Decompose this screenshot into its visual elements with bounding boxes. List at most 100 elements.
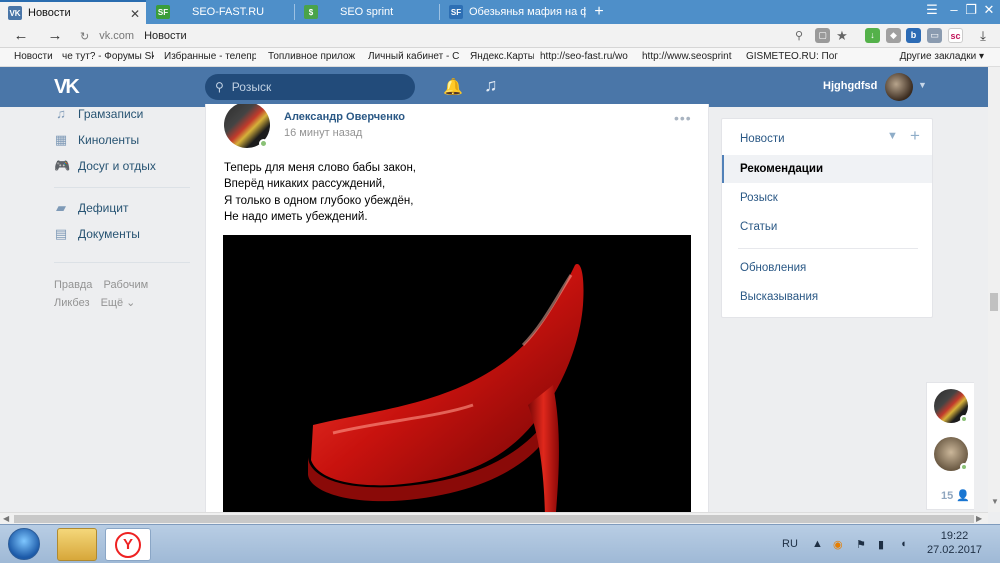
sidebar-item-video[interactable]: ▦ Киноленты [54,132,139,148]
filter-news[interactable]: Новости [722,125,932,153]
bookmark-item[interactable]: GISMETEO.RU: Погод [746,51,838,62]
add-icon[interactable]: + [910,126,920,146]
notifications-bell-icon[interactable]: 🔔 [443,77,463,97]
footer-link[interactable]: Ликбез [54,297,90,309]
person-icon: 👤 [956,490,971,502]
bookmark-item[interactable]: Яндекс.Карты [470,51,534,62]
tab-title: SEO sprint [340,6,394,18]
filter-updates[interactable]: Обновления [722,254,932,282]
other-bookmarks[interactable]: Другие закладки ▾ [900,51,984,62]
sidebar-item-music[interactable]: ♫ Грамзаписи [54,106,143,121]
network-signal-icon[interactable]: ▮ [878,538,884,551]
seo-ext-icon[interactable]: sc [948,28,963,43]
user-name[interactable]: Hjghgdfsd [823,80,877,92]
bookmark-item[interactable]: http://seo-fast.ru/wo [540,51,632,62]
url-page-title: Новости [144,30,187,42]
start-button[interactable] [8,528,40,560]
back-icon[interactable]: ← [12,27,30,45]
search-icon: ⚲ [215,80,224,94]
feed-filter-menu: Новости ▼ + Рекомендации Розыск Статьи О… [721,118,933,318]
footer-link-more[interactable]: Ещё ⌄ [101,297,136,309]
browser-tab-bar: VK Новости ✕ SF SEO-FAST.RU $ SEO sprint… [0,0,1000,24]
filter-search[interactable]: Розыск [722,184,932,212]
footer-link[interactable]: Рабочим [103,279,148,291]
search-placeholder: Розыск [231,80,272,94]
downloads-icon[interactable]: ⤓ [974,27,992,45]
bookmark-item[interactable]: че тут? - Форумы Sk [62,51,154,62]
flag-tray-icon[interactable]: ⚑ [856,538,866,551]
bookmark-star-icon[interactable]: ★ [833,27,851,45]
search-key-icon[interactable]: ⚲ [790,27,808,45]
gamepad-icon: 🎮 [54,158,71,173]
music-note-icon: ♫ [56,106,66,121]
reader-icon[interactable]: ▢ [815,28,830,43]
scroll-thumb[interactable] [990,293,998,311]
explorer-folder-icon[interactable] [57,528,97,561]
bookmark-item[interactable]: http://www.seosprint [642,51,736,62]
menu-icon[interactable]: ☰ [921,2,943,18]
more-options-icon[interactable]: ••• [674,110,692,126]
reload-icon[interactable]: ↻ [80,30,89,43]
tab-title: Новости [28,7,71,19]
online-friends-count[interactable]: 15 👤 [941,489,970,502]
seo-fast-favicon-icon: SF [156,5,170,19]
post-image-red-shoe[interactable] [223,235,691,512]
filter-articles[interactable]: Статьи [722,213,932,241]
scroll-thumb[interactable] [14,515,974,523]
footer-link[interactable]: Правда [54,279,92,291]
monitor-ext-icon[interactable]: ▭ [927,28,942,43]
footer-links-row2: Ликбез Ещё ⌄ [54,296,135,309]
online-indicator [259,139,268,148]
document-icon: ▤ [54,226,68,241]
new-tab-button[interactable]: + [590,2,608,22]
scroll-left-icon[interactable]: ◀ [3,514,9,523]
tab-title: SEO-FAST.RU [192,6,265,18]
close-window-icon[interactable]: ✕ [978,2,1000,18]
bookmark-item[interactable]: Личный кабинет - С [368,51,460,62]
close-tab-icon[interactable]: ✕ [130,7,140,21]
post-text: Теперь для меня слово бабы закон, Вперёд… [224,162,416,223]
seo-sprint-favicon-icon: $ [304,5,318,19]
bookmark-item[interactable]: Новости [14,51,58,62]
scroll-right-icon[interactable]: ▶ [976,514,982,523]
online-indicator [960,463,968,471]
avast-tray-icon[interactable]: ◉ [833,538,843,551]
forum-favicon-icon: SF [449,5,463,19]
sidebar-item-documents[interactable]: ▤ Документы [54,226,140,242]
filter-comments[interactable]: Высказывания [722,283,932,311]
url-field[interactable]: ↻ vk.com Новости [80,27,810,45]
address-bar: ← → ↻ vk.com Новости ⚲ ▢ ★ ↓ ◆ b ▭ sc ⤓ [0,24,1000,48]
bookmark-item[interactable]: Топливное прилож [268,51,356,62]
volume-icon[interactable]: ◖ [900,538,907,550]
chevron-down-icon[interactable]: ▼ [918,80,927,90]
tab-title: Обезьянья мафия на форуме [469,6,586,18]
filter-recommendations[interactable]: Рекомендации [722,155,932,183]
tab-novosti[interactable]: VK Новости ✕ [0,0,146,24]
sidebar-item-market[interactable]: ▰ Дефицит [54,200,128,216]
yandex-browser-icon[interactable]: Y [105,528,151,561]
vertical-scrollbar[interactable]: ▼ [988,67,1000,512]
scroll-down-icon[interactable]: ▼ [991,497,999,506]
shield-ext-icon[interactable]: ◆ [886,28,901,43]
tab-seo-sprint[interactable]: $ SEO sprint [296,0,438,24]
windows-taskbar: Y RU ▲ ◉ ⚑ ▮ ◖ 19:22 27.02.2017 [0,524,1000,563]
forward-icon[interactable]: → [46,27,64,45]
sidebar-item-games[interactable]: 🎮 Досуг и отдых [54,158,156,174]
filter-icon[interactable]: ▼ [887,130,898,142]
post-author[interactable]: Александр Оверченко [284,111,405,123]
search-input[interactable]: ⚲ Розыск [205,74,415,100]
chat-sidebar: 15 👤 [926,382,974,510]
horizontal-scrollbar[interactable]: ◀ ▶ [0,512,988,524]
tab-seo-fast[interactable]: SF SEO-FAST.RU [148,0,293,24]
system-clock[interactable]: 19:22 27.02.2017 [927,529,982,557]
language-indicator[interactable]: RU [782,538,798,550]
post-time[interactable]: 16 минут назад [284,127,362,139]
download-ext-icon[interactable]: ↓ [865,28,880,43]
translate-ext-icon[interactable]: b [906,28,921,43]
tab-forum[interactable]: SF Обезьянья мафия на форуме [441,0,586,24]
tray-expand-icon[interactable]: ▲ [812,538,823,550]
vk-logo-icon[interactable]: VK [54,76,84,98]
music-note-icon[interactable]: ♫ [484,75,498,96]
bookmark-item[interactable]: Избранные - телепр [164,51,256,62]
user-avatar[interactable] [885,73,913,101]
